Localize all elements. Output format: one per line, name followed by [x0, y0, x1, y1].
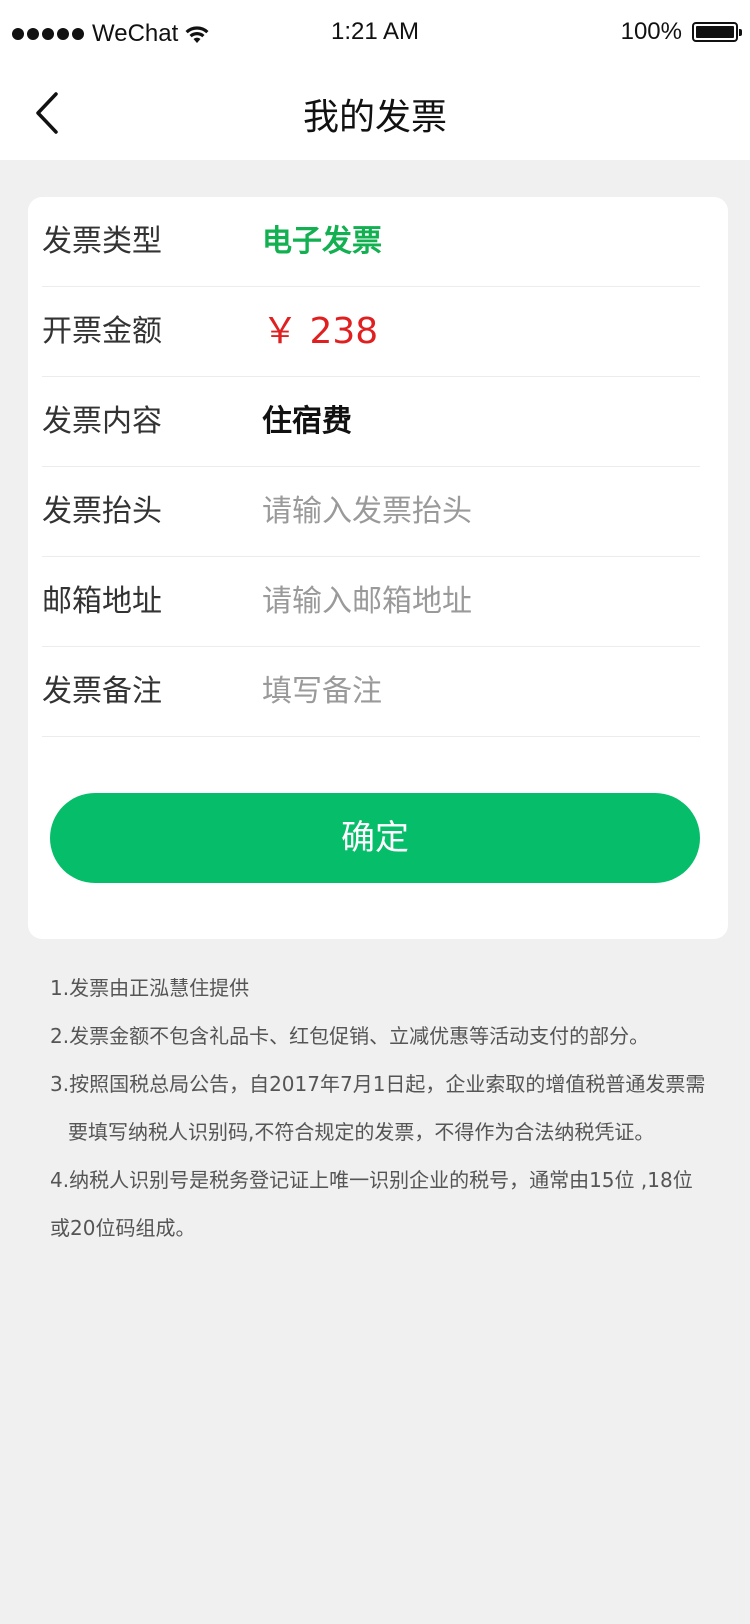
- row-email-address: 邮箱地址: [42, 557, 700, 647]
- invoice-form-card: 发票类型 电子发票 开票金额 ￥ 238 发票内容 住宿费 发票抬头 邮箱地址 …: [28, 197, 728, 939]
- invoice-amount-value: ￥ 238: [262, 311, 379, 352]
- page-title: 我的发票: [302, 97, 447, 138]
- battery-percentage: 100%: [620, 18, 682, 45]
- note-item: 要填写纳税人识别码,不符合规定的发票，不得作为合法纳税凭证。: [68, 1120, 655, 1144]
- note-item: 2.发票金额不包含礼品卡、红包促销、立减优惠等活动支付的部分。: [50, 1024, 650, 1048]
- email-address-label: 邮箱地址: [42, 584, 162, 619]
- note-item: 3.按照国税总局公告，自2017年7月1日起，企业索取的增值税普通发票需: [50, 1072, 706, 1096]
- status-bar: WeChat 1:21 AM 100%: [0, 0, 750, 66]
- invoice-content-label: 发票内容: [42, 404, 162, 439]
- row-invoice-amount: 开票金额 ￥ 238: [42, 287, 700, 377]
- invoice-title-label: 发票抬头: [42, 494, 162, 529]
- row-invoice-content: 发票内容 住宿费: [42, 377, 700, 467]
- invoice-type-label: 发票类型: [42, 224, 162, 259]
- invoice-remark-label: 发票备注: [42, 674, 162, 709]
- invoice-type-value: 电子发票: [262, 224, 382, 259]
- invoice-amount-label: 开票金额: [42, 314, 162, 349]
- invoice-title-input[interactable]: [262, 487, 682, 535]
- email-address-input[interactable]: [262, 577, 682, 625]
- status-right: 100%: [620, 18, 742, 46]
- battery-icon: [692, 22, 742, 42]
- invoice-content-value: 住宿费: [262, 404, 352, 439]
- note-item: 4.纳税人识别号是税务登记证上唯一识别企业的税号，通常由15位 ,18位: [50, 1168, 693, 1192]
- row-invoice-type: 发票类型 电子发票: [42, 197, 700, 287]
- note-item: 或20位码组成。: [50, 1216, 196, 1240]
- row-invoice-remark: 发票备注: [42, 647, 700, 737]
- invoice-remark-input[interactable]: [262, 667, 682, 715]
- note-item: 1.发票由正泓慧住提供: [50, 976, 250, 1000]
- confirm-button[interactable]: 确定: [50, 793, 700, 883]
- nav-bar: 我的发票: [0, 66, 750, 160]
- battery-level: [696, 26, 734, 38]
- row-invoice-title: 发票抬头: [42, 467, 700, 557]
